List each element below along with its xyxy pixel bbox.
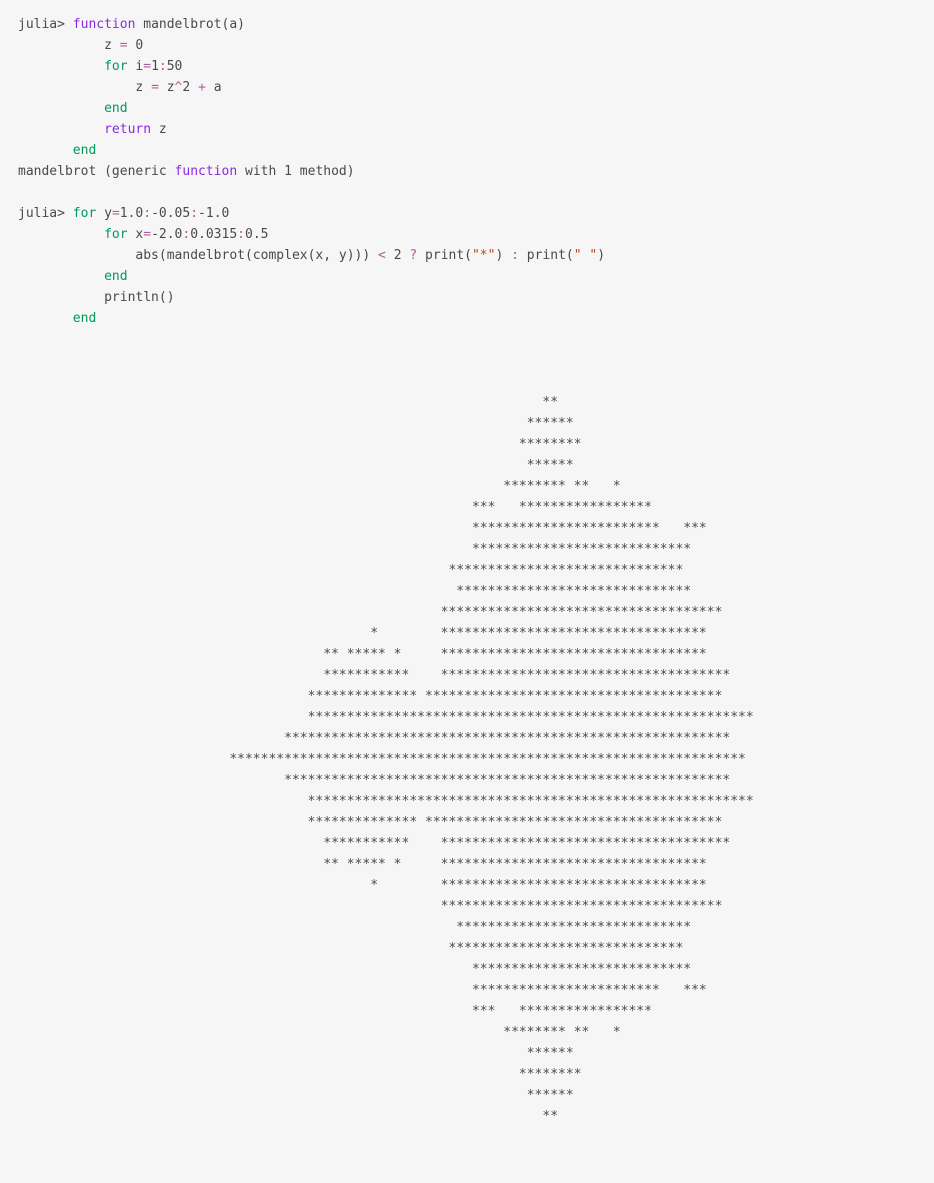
mandelbrot-output: ** ****** ******** <box>18 329 916 1169</box>
repl-result: mandelbrot (generic <box>18 164 175 179</box>
repl-block-1: julia> function mandelbrot(a) z = 0 for … <box>18 14 916 182</box>
keyword-end: end <box>73 143 96 158</box>
keyword-end: end <box>73 311 96 326</box>
repl-prompt: julia> <box>18 206 65 221</box>
keyword-for: for <box>104 59 127 74</box>
keyword-for: for <box>73 206 96 221</box>
keyword-return: return <box>104 122 151 137</box>
repl-prompt: julia> <box>18 17 65 32</box>
keyword-end: end <box>104 101 127 116</box>
keyword-function: function <box>73 17 136 32</box>
keyword-end: end <box>104 269 127 284</box>
repl-block-2: julia> for y=1.0:-0.05:-1.0 for x=-2.0:0… <box>18 203 916 329</box>
keyword-for: for <box>104 227 127 242</box>
